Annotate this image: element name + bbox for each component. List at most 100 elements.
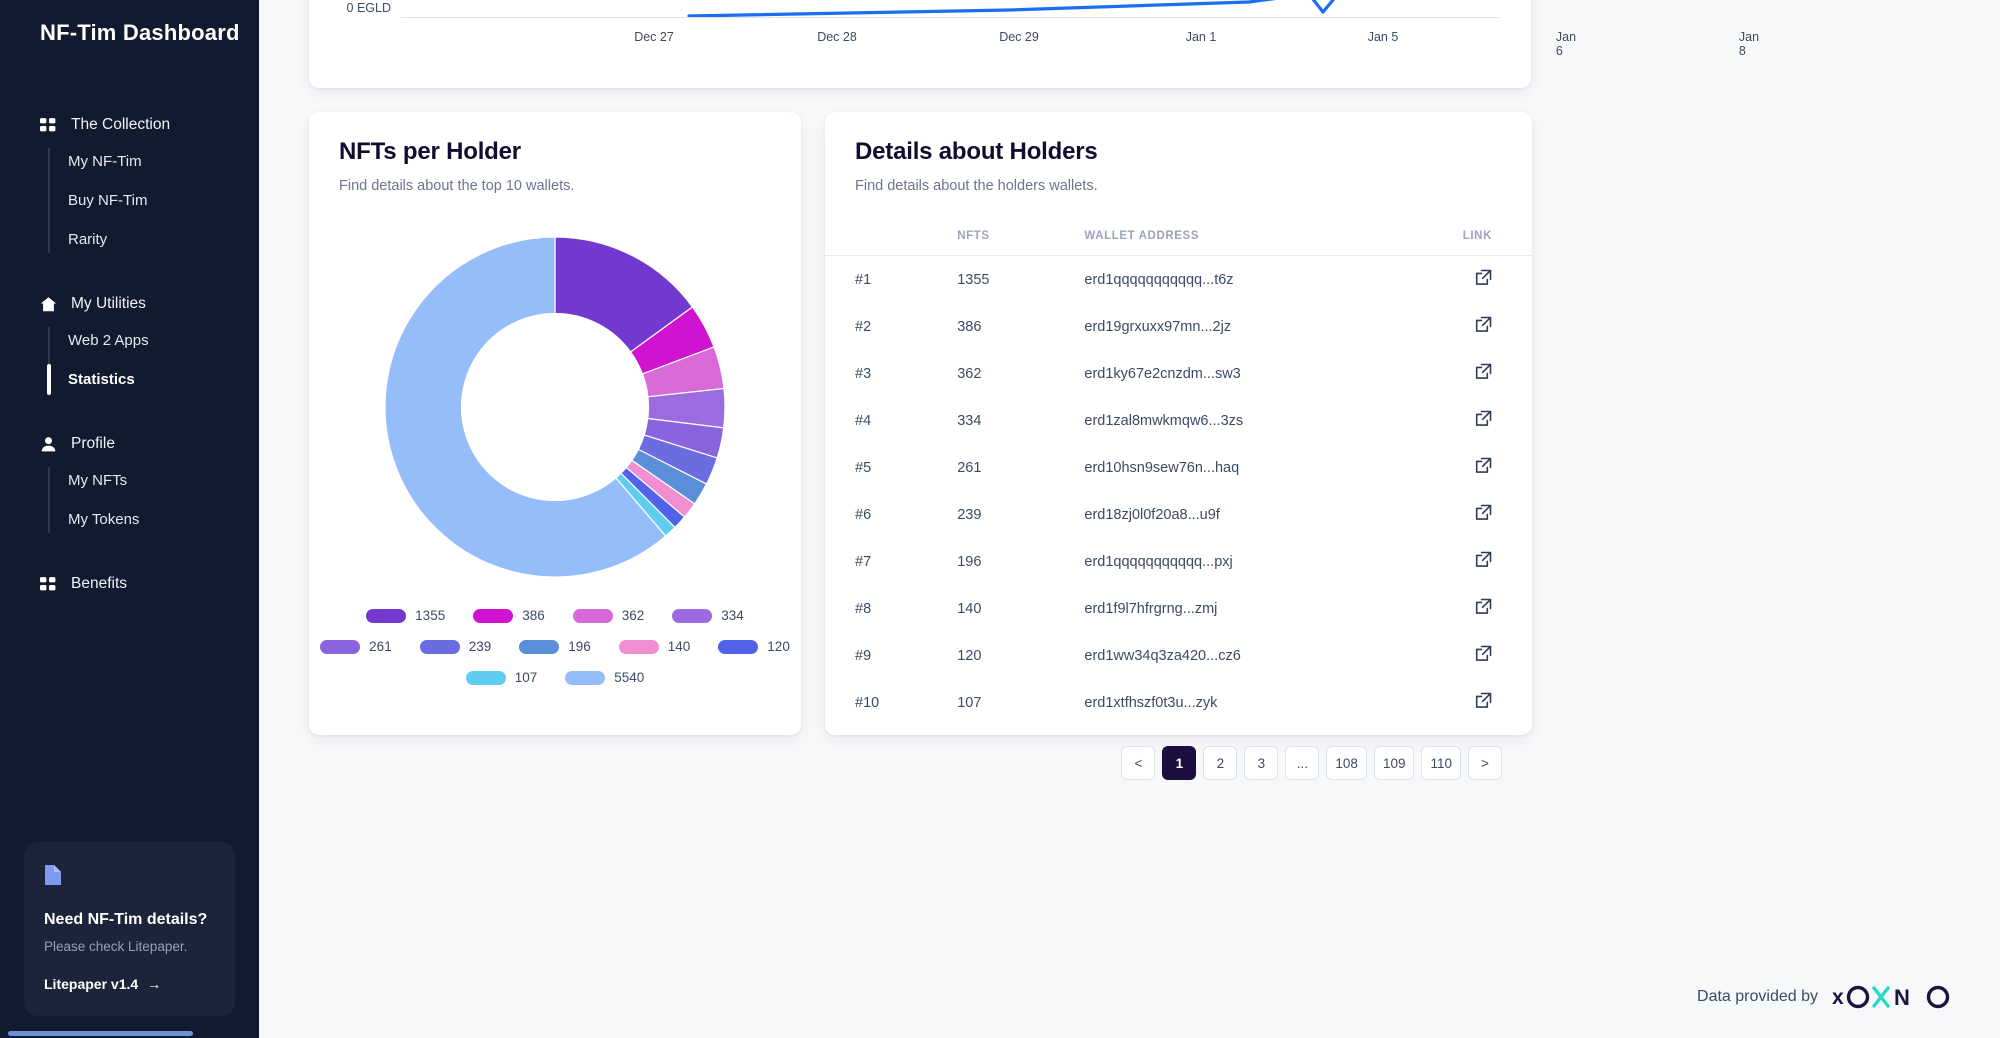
price-line-path — [687, 0, 1335, 18]
nav-group-benefits: Benefits — [0, 567, 259, 601]
legend-swatch — [672, 608, 713, 623]
legend-row: 1355 386 362 334 — [366, 608, 744, 623]
cell-nfts: 140 — [957, 600, 982, 617]
table-header-row: NFTS WALLET ADDRESS LINK — [825, 230, 1532, 256]
legend-item[interactable]: 5540 — [565, 670, 644, 685]
sidebar-item-my-nfts[interactable]: My NFTs — [68, 461, 259, 500]
user-icon — [40, 436, 57, 453]
pagination-page-109[interactable]: 109 — [1373, 746, 1415, 780]
donut-slices[interactable] — [384, 236, 726, 578]
price-chart-tick: Dec 28 — [817, 30, 857, 44]
cell-rank: #2 — [855, 318, 872, 335]
cell-link — [1420, 397, 1532, 444]
document-icon — [44, 864, 215, 891]
external-link-icon[interactable] — [1475, 645, 1492, 666]
pagination-page-108[interactable]: 108 — [1326, 746, 1367, 780]
cell-nfts: 196 — [957, 553, 982, 570]
legend-item[interactable]: 140 — [618, 639, 690, 654]
promo-subtitle: Please check Litepaper. — [44, 939, 188, 954]
donut-chart — [382, 234, 728, 580]
legend-item[interactable]: 239 — [419, 639, 492, 654]
legend-item[interactable]: 334 — [672, 608, 744, 623]
pagination-page-3[interactable]: 3 — [1244, 746, 1279, 780]
sidebar-sublist-profile: My NFTs My Tokens — [48, 461, 259, 539]
sidebar-item-my-nf-tim[interactable]: My NF-Tim — [68, 142, 259, 181]
sidebar-item-benefits[interactable]: Benefits — [0, 567, 259, 601]
legend-swatch — [366, 608, 407, 623]
external-link-icon[interactable] — [1475, 457, 1492, 478]
cell-wallet-address: erd19grxuxx97mn...2jz — [1084, 318, 1232, 335]
table-row: #9 120 erd1ww34q3za420...cz6 — [825, 632, 1532, 679]
table-row: #4 334 erd1zal8mwkmqw6...3zs — [825, 397, 1532, 444]
legend-item[interactable]: 261 — [320, 639, 392, 654]
external-link-icon[interactable] — [1475, 598, 1492, 619]
cell-link — [1420, 350, 1532, 397]
sidebar-item-profile[interactable]: Profile — [0, 427, 259, 461]
legend-item[interactable]: 120 — [718, 639, 790, 654]
pagination-next[interactable]: > — [1468, 746, 1502, 780]
holders-subtitle: Find details about the holders wallets. — [855, 178, 1098, 194]
legend-item[interactable]: 362 — [572, 608, 644, 623]
sidebar-sublist-utilities: Web 2 Apps Statistics — [47, 321, 259, 399]
legend-label: 239 — [468, 639, 492, 654]
cell-wallet-address: erd1ww34q3za420...cz6 — [1084, 647, 1241, 664]
table-row: #8 140 erd1f9l7hfrgrng...zmj — [825, 585, 1532, 632]
legend-item[interactable]: 386 — [473, 608, 545, 623]
grid-icon — [40, 576, 57, 593]
price-chart-y-label: 0 EGLD — [346, 1, 391, 15]
cell-nfts: 334 — [957, 412, 982, 429]
cell-nfts: 386 — [957, 318, 982, 335]
cell-rank: #8 — [855, 600, 872, 617]
grid-icon — [40, 117, 57, 134]
sidebar-item-my-tokens[interactable]: My Tokens — [68, 500, 259, 539]
home-icon — [40, 296, 57, 313]
xoxno-logo[interactable]: x N — [1832, 984, 1958, 1010]
price-chart-tick: Jan 5 — [1367, 30, 1399, 44]
sidebar-scrollbar[interactable] — [8, 1031, 193, 1036]
legend-swatch — [473, 608, 514, 623]
nfts-per-holder-card: NFTs per Holder Find details about the t… — [309, 112, 801, 735]
sidebar-item-statistics[interactable]: Statistics — [47, 360, 259, 399]
pagination-ellipsis[interactable]: ... — [1285, 746, 1320, 780]
pagination-page-2[interactable]: 2 — [1203, 746, 1238, 780]
external-link-icon[interactable] — [1475, 551, 1492, 572]
legend-item[interactable]: 196 — [519, 639, 591, 654]
table-row: #5 261 erd10hsn9sew76n...haq — [825, 444, 1532, 491]
legend-label: 334 — [721, 608, 744, 623]
holders-table: NFTS WALLET ADDRESS LINK #1 1355 erd1qqqqq… — [825, 230, 1532, 726]
sidebar: NF-Tim Dashboard The Collection My NF-Ti… — [0, 0, 259, 1038]
external-link-icon[interactable] — [1475, 269, 1492, 290]
legend-label: 120 — [767, 639, 790, 654]
column-header-wallet-address: WALLET ADDRESS — [1084, 230, 1200, 242]
pagination-prev[interactable]: < — [1121, 746, 1156, 780]
cell-rank: #5 — [855, 459, 872, 476]
sidebar-item-rarity[interactable]: Rarity — [68, 220, 259, 259]
price-chart-tick: Dec 29 — [999, 30, 1039, 44]
pagination-page-1[interactable]: 1 — [1162, 746, 1197, 780]
donut-chart-svg — [384, 236, 726, 578]
external-link-icon[interactable] — [1475, 692, 1492, 713]
external-link-icon[interactable] — [1475, 410, 1492, 431]
external-link-icon[interactable] — [1475, 504, 1492, 525]
legend-label: 1355 — [415, 608, 446, 623]
sidebar-item-web-2-apps[interactable]: Web 2 Apps — [68, 321, 259, 360]
page-scrollbar[interactable] — [1992, 0, 1998, 1038]
app-root: NF-Tim Dashboard The Collection My NF-Ti… — [0, 0, 2000, 1038]
xoxno-logo-icon: x N — [1832, 985, 1950, 1010]
sidebar-item-my-utilities[interactable]: My Utilities — [0, 287, 259, 321]
litepaper-promo-card: Need NF-Tim details? Please check Litepa… — [24, 842, 235, 1016]
holders-details-card: Details about Holders Find details about… — [825, 112, 1532, 780]
legend-item[interactable]: 1355 — [366, 608, 445, 623]
sidebar-group-label: Profile — [71, 435, 115, 452]
cell-nfts: 362 — [957, 365, 982, 382]
pagination-page-110[interactable]: 110 — [1421, 746, 1461, 780]
external-link-icon[interactable] — [1475, 363, 1492, 384]
external-link-icon[interactable] — [1475, 316, 1492, 337]
sidebar-item-the-collection[interactable]: The Collection — [0, 108, 259, 142]
legend-item[interactable]: 107 — [465, 670, 537, 685]
cell-wallet-address: erd1qqqqqqqqqqq...pxj — [1084, 553, 1233, 570]
litepaper-link[interactable]: Litepaper v1.4 → — [44, 976, 215, 992]
sidebar-item-buy-nf-tim[interactable]: Buy NF-Tim — [68, 181, 259, 220]
